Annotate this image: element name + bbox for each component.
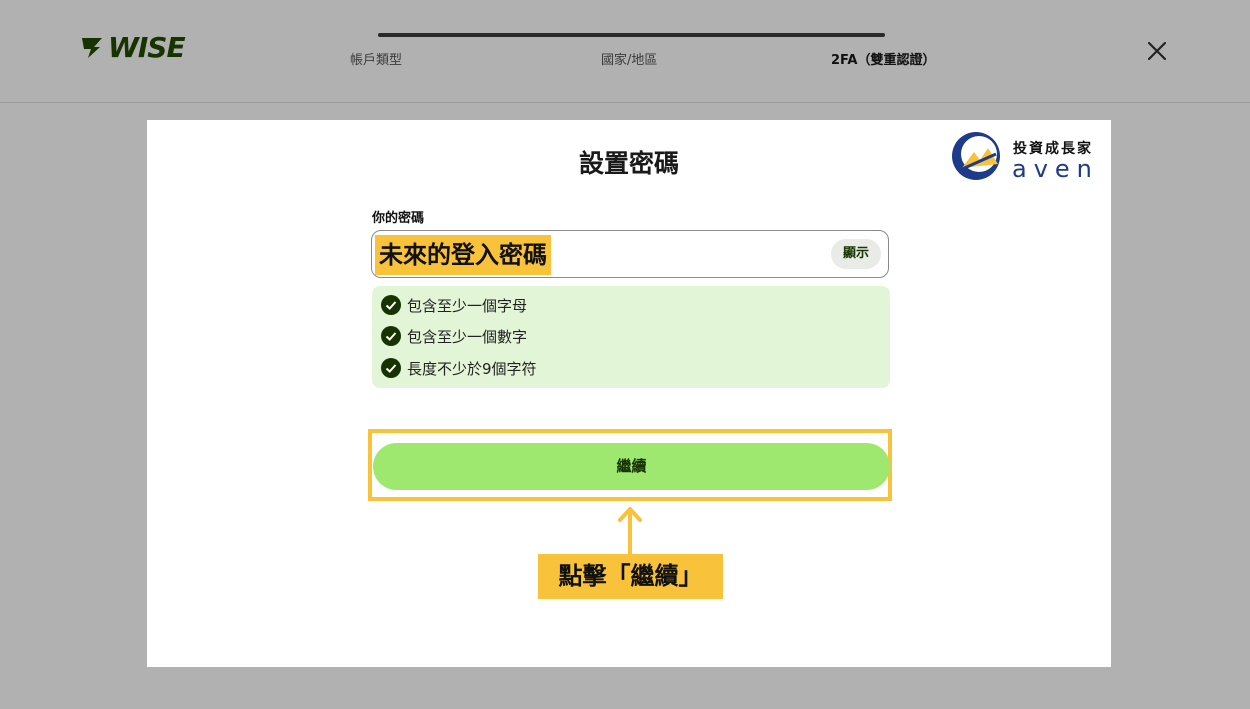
check-circle-icon xyxy=(381,295,401,315)
rule-letter: 包含至少一個字母 xyxy=(381,294,527,316)
check-circle-icon xyxy=(381,358,401,378)
rule-number: 包含至少一個數字 xyxy=(381,325,527,347)
step-2fa: 2FA（雙重認證） xyxy=(831,53,936,68)
continue-button[interactable]: 繼續 xyxy=(373,443,890,490)
wise-flag-icon xyxy=(82,38,102,58)
password-card: 設置密碼 投資成長家 aven 你的密碼 未來的登入密碼 顯示 包含至少一個字母 xyxy=(147,120,1111,667)
show-password-button[interactable]: 顯示 xyxy=(831,239,881,269)
password-value: 未來的登入密碼 xyxy=(375,235,551,275)
wise-logo[interactable]: WISE xyxy=(80,30,186,64)
password-rules: 包含至少一個字母 包含至少一個數字 長度不少於9個字符 xyxy=(372,286,890,388)
brand-watermark: 投資成長家 aven xyxy=(950,130,1100,184)
step-country: 國家/地區 xyxy=(601,53,658,68)
close-icon[interactable] xyxy=(1144,38,1170,64)
check-circle-icon xyxy=(381,326,401,346)
password-field[interactable]: 未來的登入密碼 顯示 xyxy=(371,230,889,278)
progress-bar xyxy=(378,33,885,37)
rule-length: 長度不少於9個字符 xyxy=(381,357,537,379)
step-account-type: 帳戶類型 xyxy=(350,53,403,68)
logo-text: WISE xyxy=(108,30,186,64)
callout-label: 點擊「繼續」 xyxy=(538,554,723,599)
brand-english-name: aven xyxy=(1012,155,1099,183)
rule-text: 包含至少一個字母 xyxy=(407,296,528,315)
up-arrow-icon xyxy=(618,507,642,556)
rule-text: 包含至少一個數字 xyxy=(407,327,528,346)
password-label: 你的密碼 xyxy=(372,211,425,226)
rule-text: 長度不少於9個字符 xyxy=(407,359,537,378)
top-bar: WISE 帳戶類型 國家/地區 2FA（雙重認證） xyxy=(0,0,1250,103)
brand-logo-icon xyxy=(952,132,1000,180)
